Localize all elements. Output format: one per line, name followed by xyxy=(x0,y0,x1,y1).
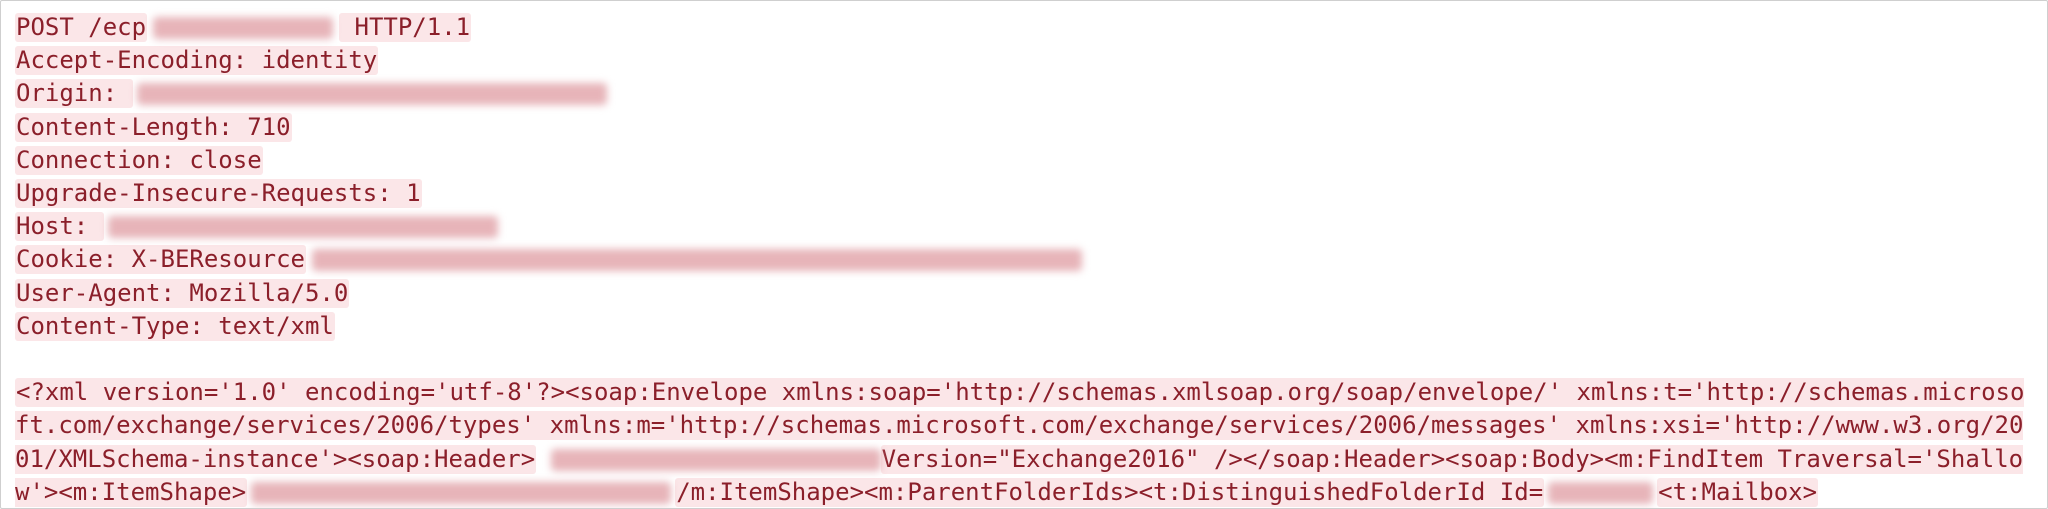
header-host-label: Host: xyxy=(15,212,104,241)
request-line-suffix: HTTP/1.1 xyxy=(339,13,471,42)
header-accept-encoding: Accept-Encoding: identity xyxy=(15,46,378,75)
redacted-origin xyxy=(137,83,607,105)
redacted-cookie xyxy=(312,249,1082,271)
header-user-agent: User-Agent: Mozilla/5.0 xyxy=(15,279,349,308)
header-upgrade-insecure: Upgrade-Insecure-Requests: 1 xyxy=(15,179,422,208)
header-content-length: Content-Length: 710 xyxy=(15,113,292,142)
xml-body-part3: /m:ItemShape><m:ParentFolderIds><t:Disti… xyxy=(675,478,1544,507)
xml-body-part4: <t:Mailbox> xyxy=(1657,478,1818,507)
header-cookie-label: Cookie: X-BEResource xyxy=(15,245,306,274)
header-origin-label: Origin: xyxy=(15,79,133,108)
redacted-host xyxy=(108,216,498,238)
redacted-path xyxy=(153,17,333,39)
redacted-xml-2 xyxy=(251,482,671,504)
header-connection: Connection: close xyxy=(15,146,263,175)
request-line-prefix: POST /ecp xyxy=(15,13,147,42)
header-content-type: Content-Type: text/xml xyxy=(15,312,335,341)
http-request-panel: POST /ecp HTTP/1.1 Accept-Encoding: iden… xyxy=(0,0,2048,509)
redacted-xml-3 xyxy=(1548,482,1653,504)
redacted-xml-1 xyxy=(551,449,881,471)
